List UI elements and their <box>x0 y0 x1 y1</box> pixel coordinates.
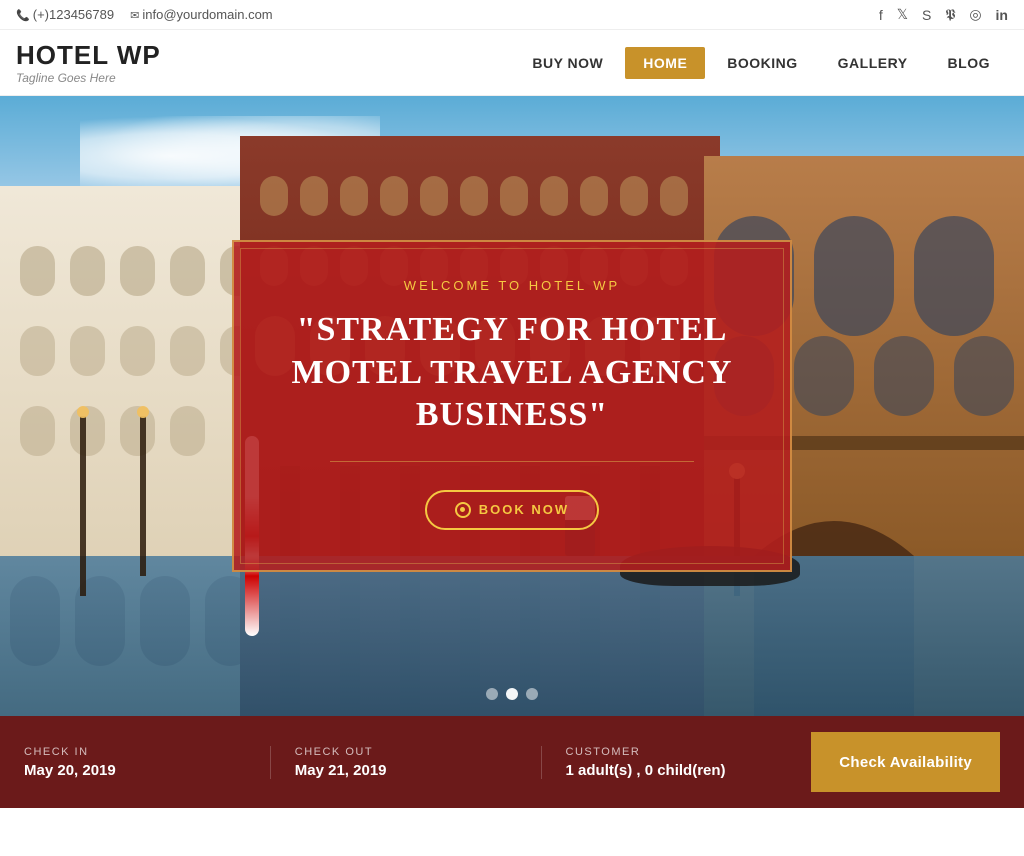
hero-section: WELCOME TO HOTEL WP "STRATEGY FOR HOTEL … <box>0 96 1024 716</box>
checkin-field[interactable]: CHECK IN May 20, 2019 <box>24 746 271 779</box>
checkout-field[interactable]: CHECK OUT May 21, 2019 <box>271 746 542 779</box>
social-links: f 𝕏 S 𝕻 ◎ in <box>879 6 1008 23</box>
logo-title: HOTEL WP <box>16 40 161 71</box>
carousel-dots <box>486 688 538 700</box>
facebook-icon[interactable]: f <box>879 7 883 23</box>
phone-number: (+)123456789 <box>16 7 114 22</box>
checkout-value: May 21, 2019 <box>295 762 517 779</box>
eye-icon <box>455 502 471 518</box>
customer-value: 1 adult(s) , 0 child(ren) <box>566 762 788 779</box>
instagram-icon[interactable]: ◎ <box>969 6 981 23</box>
twitter-icon[interactable]: 𝕏 <box>897 6 908 23</box>
customer-label: CUSTOMER <box>566 746 788 758</box>
hero-divider <box>330 461 695 462</box>
carousel-dot-2[interactable] <box>506 688 518 700</box>
nav-buy-now[interactable]: BUY NOW <box>514 47 621 79</box>
top-bar-contacts: (+)123456789 info@yourdomain.com <box>16 7 273 22</box>
checkin-value: May 20, 2019 <box>24 762 246 779</box>
checkout-label: CHECK OUT <box>295 746 517 758</box>
nav-booking[interactable]: BOOKING <box>709 47 815 79</box>
skype-icon[interactable]: S <box>922 7 931 23</box>
logo: HOTEL WP Tagline Goes Here <box>16 40 161 85</box>
hero-subtitle: WELCOME TO HOTEL WP <box>284 278 740 293</box>
nav-gallery[interactable]: GALLERY <box>820 47 926 79</box>
hero-card: WELCOME TO HOTEL WP "STRATEGY FOR HOTEL … <box>232 240 792 572</box>
logo-tagline: Tagline Goes Here <box>16 71 161 85</box>
carousel-dot-1[interactable] <box>486 688 498 700</box>
book-now-button[interactable]: BOOK NOW <box>425 490 599 530</box>
nav-blog[interactable]: BLOG <box>930 47 1008 79</box>
customer-field[interactable]: CUSTOMER 1 adult(s) , 0 child(ren) <box>542 746 812 779</box>
check-availability-button[interactable]: Check Availability <box>811 732 1000 792</box>
nav-home[interactable]: HOME <box>625 47 705 79</box>
hero-title: "STRATEGY FOR HOTEL MOTEL TRAVEL AGENCY … <box>284 309 740 437</box>
hero-overlay: WELCOME TO HOTEL WP "STRATEGY FOR HOTEL … <box>0 96 1024 716</box>
email-address: info@yourdomain.com <box>130 7 273 22</box>
linkedin-icon[interactable]: in <box>996 7 1008 23</box>
booking-bar: CHECK IN May 20, 2019 CHECK OUT May 21, … <box>0 716 1024 808</box>
site-header: HOTEL WP Tagline Goes Here BUY NOW HOME … <box>0 30 1024 96</box>
checkin-label: CHECK IN <box>24 746 246 758</box>
pinterest-icon[interactable]: 𝕻 <box>945 6 955 23</box>
book-now-label: BOOK NOW <box>479 502 569 517</box>
main-nav: BUY NOW HOME BOOKING GALLERY BLOG <box>514 47 1008 79</box>
top-bar: (+)123456789 info@yourdomain.com f 𝕏 S 𝕻… <box>0 0 1024 30</box>
carousel-dot-3[interactable] <box>526 688 538 700</box>
